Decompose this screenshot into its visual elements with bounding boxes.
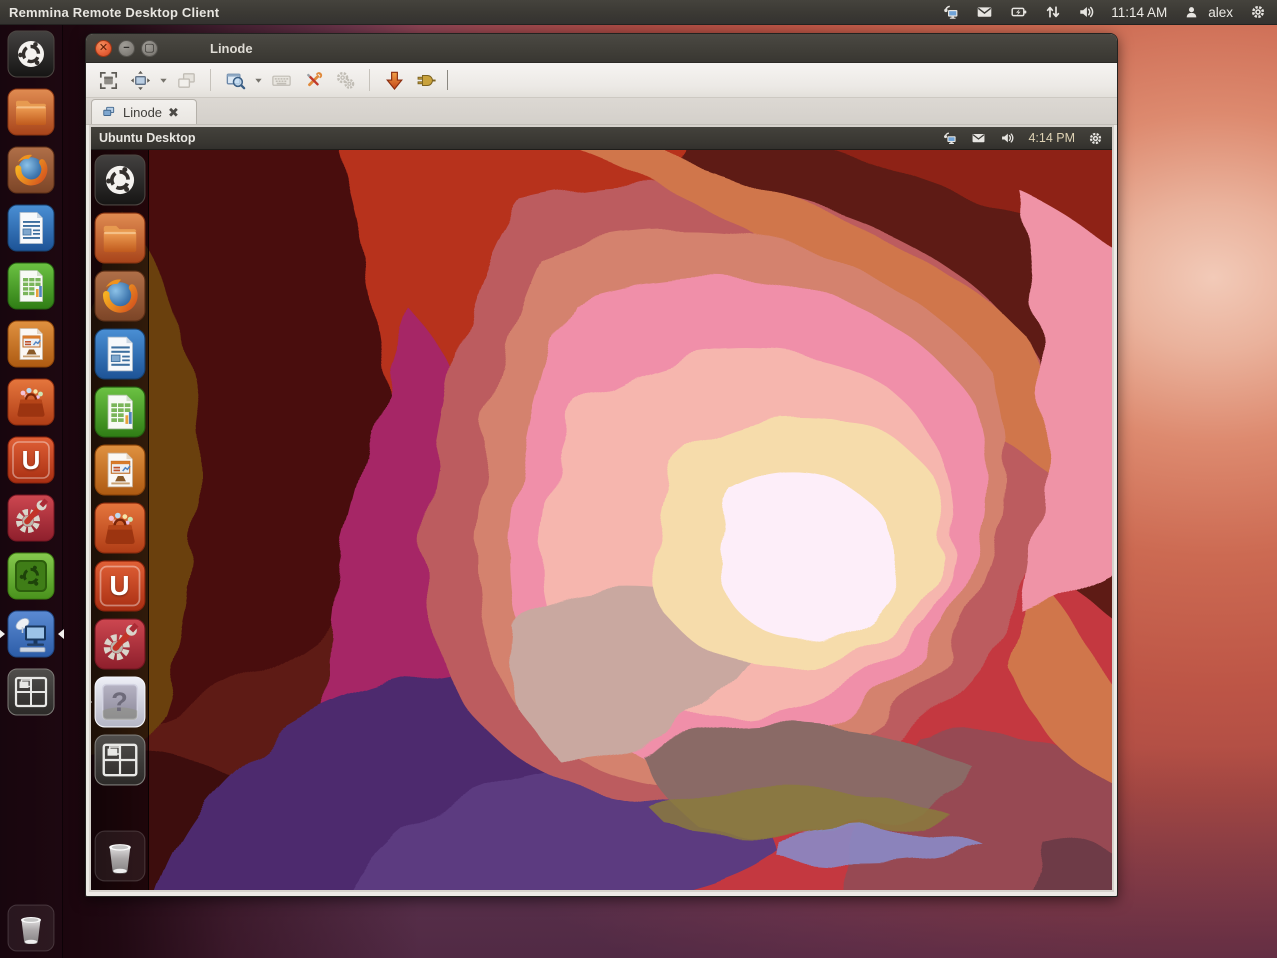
remote-launcher-item-firefox[interactable] <box>94 270 146 322</box>
remote-launcher-item-libreoffice-writer[interactable] <box>94 328 146 380</box>
launcher-item-libreoffice-writer[interactable] <box>7 204 55 252</box>
username-label[interactable]: alex <box>1208 5 1233 20</box>
window-maximize-button[interactable]: ▢ <box>141 40 158 57</box>
remote-unity-launcher: U ? <box>91 150 149 890</box>
remmina-toolbar <box>86 63 1117 98</box>
scaled-mode-icon[interactable] <box>221 66 249 94</box>
focused-indicator-arrow <box>58 629 64 639</box>
remote-active-app-title: Ubuntu Desktop <box>91 131 196 145</box>
launcher-item-system-settings[interactable] <box>7 494 55 542</box>
remote-launcher-item-ubuntu-dash[interactable] <box>94 154 146 206</box>
launcher-item-workspace-switcher[interactable] <box>7 668 55 716</box>
volume-icon[interactable] <box>999 131 1016 146</box>
remote-launcher-item-trash[interactable] <box>94 830 146 882</box>
launcher-item-ubuntu-dash[interactable] <box>7 30 55 78</box>
preferences-gears-icon <box>331 66 359 94</box>
window-title: Linode <box>210 41 253 56</box>
tab-label: Linode <box>123 105 162 120</box>
launcher-item-ubuntu-one[interactable]: U <box>7 436 55 484</box>
remote-indicator-tray: 4:14 PM <box>941 131 1112 146</box>
tab-close-icon[interactable]: ✖ <box>168 106 179 119</box>
remote-launcher-item-libreoffice-impress[interactable] <box>94 444 146 496</box>
launcher-item-trash[interactable] <box>7 904 55 952</box>
session-gear-icon[interactable] <box>1248 4 1267 21</box>
disconnect-plug-icon[interactable] <box>412 66 440 94</box>
remote-launcher-item-unknown-app[interactable]: ? <box>94 676 146 728</box>
launcher-item-remmina[interactable] <box>7 610 55 658</box>
mail-icon[interactable] <box>970 131 987 146</box>
duplicate-connection-icon <box>172 66 200 94</box>
launcher-item-firefox[interactable] <box>7 146 55 194</box>
tab-window-icon <box>101 105 117 119</box>
launcher-item-software-center[interactable] <box>7 378 55 426</box>
toolbar-separator <box>210 69 211 91</box>
mail-icon[interactable] <box>975 4 994 21</box>
user-icon[interactable] <box>1182 4 1201 21</box>
toolbar-text-cursor <box>447 70 448 90</box>
launcher-item-libreoffice-impress[interactable] <box>7 320 55 368</box>
toolbar-separator <box>369 69 370 91</box>
remmina-window: ✕ − ▢ Linode <box>85 33 1118 897</box>
sync-arrows-icon[interactable] <box>1043 4 1062 21</box>
tab-linode[interactable]: Linode ✖ <box>91 99 197 124</box>
keyboard-grab-icon <box>267 66 295 94</box>
remote-launcher-item-files[interactable] <box>94 212 146 264</box>
host-top-panel: Remmina Remote Desktop Client 11:14 AM a… <box>0 0 1277 25</box>
remote-launcher-item-libreoffice-calc[interactable] <box>94 386 146 438</box>
dropdown-caret[interactable] <box>158 66 168 94</box>
network-remote-icon[interactable] <box>941 131 958 146</box>
remote-session-viewport[interactable]: Ubuntu Desktop 4:14 PM <box>89 125 1114 892</box>
host-clock[interactable]: 11:14 AM <box>1111 5 1167 20</box>
window-close-button[interactable]: ✕ <box>95 40 112 57</box>
fullscreen-icon[interactable] <box>94 66 122 94</box>
launcher-item-libreoffice-calc[interactable] <box>7 262 55 310</box>
remote-desktop-wallpaper <box>91 150 1112 890</box>
battery-icon[interactable] <box>1009 4 1028 21</box>
fit-window-icon[interactable] <box>126 66 154 94</box>
remote-launcher-item-workspace-switcher[interactable] <box>94 734 146 786</box>
network-remote-icon[interactable] <box>941 4 960 21</box>
remote-launcher-item-ubuntu-one[interactable]: U <box>94 560 146 612</box>
focused-indicator-arrow <box>89 697 92 707</box>
remote-clock[interactable]: 4:14 PM <box>1028 131 1075 145</box>
remote-launcher-item-software-center[interactable] <box>94 502 146 554</box>
session-gear-icon[interactable] <box>1087 131 1104 146</box>
remote-launcher-item-system-settings[interactable] <box>94 618 146 670</box>
remote-desktop[interactable]: U ? <box>91 150 1112 890</box>
host-indicator-tray: 11:14 AM alex <box>941 4 1277 21</box>
window-minimize-button[interactable]: − <box>118 40 135 57</box>
running-indicator-arrow <box>0 629 5 639</box>
host-unity-launcher: U <box>0 25 63 958</box>
launcher-item-software-updater[interactable] <box>7 552 55 600</box>
volume-icon[interactable] <box>1077 4 1096 21</box>
minimize-to-tray-icon[interactable] <box>380 66 408 94</box>
launcher-item-files[interactable] <box>7 88 55 136</box>
window-titlebar[interactable]: ✕ − ▢ Linode <box>86 34 1117 63</box>
tools-icon[interactable] <box>299 66 327 94</box>
active-app-title: Remmina Remote Desktop Client <box>0 5 219 20</box>
dropdown-caret[interactable] <box>253 66 263 94</box>
connection-tabstrip: Linode ✖ <box>86 98 1117 125</box>
remote-top-panel: Ubuntu Desktop 4:14 PM <box>91 127 1112 150</box>
